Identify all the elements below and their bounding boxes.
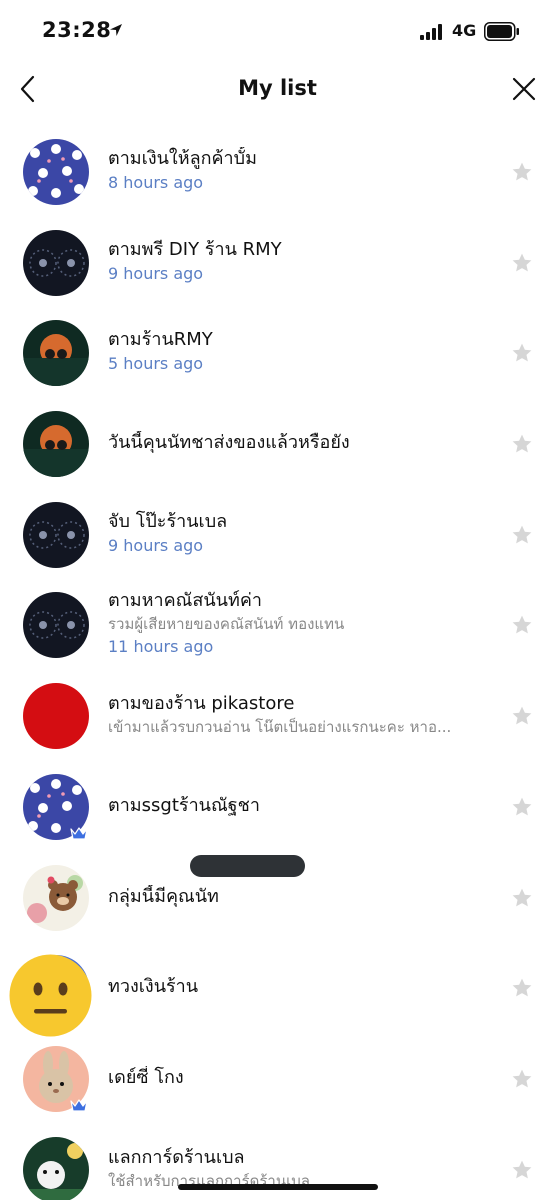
item-text: ตามssgtร้านณัฐชา <box>108 761 488 851</box>
list-item[interactable]: วันนี้คุนนัทชาส่งของแล้วหรือยัง <box>0 398 555 489</box>
list-item[interactable]: ตามssgtร้านณัฐชา <box>0 761 555 852</box>
chat-list: ตามเงินให้ลูกค้าบั้ม 8 hours ago ตามพรี … <box>0 126 555 1200</box>
list-item[interactable]: เดย์ซี่ โกง <box>0 1033 555 1124</box>
star-icon[interactable] <box>511 433 533 455</box>
item-time: 8 hours ago <box>108 173 204 192</box>
star-icon[interactable] <box>511 796 533 818</box>
dark-sparkle-avatar <box>23 501 89 568</box>
battery-icon <box>484 22 519 41</box>
item-text: เดย์ซี่ โกง <box>108 1033 488 1123</box>
red-avatar <box>23 683 89 750</box>
sunset-bears-avatar <box>23 320 89 387</box>
redaction-bar <box>190 855 305 877</box>
sunset-bears-avatar <box>23 411 89 478</box>
list-item[interactable]: ตามหาคณัสนันท์ค่า รวมผู้เสียหายของคณัสนั… <box>0 579 555 670</box>
item-title: ตามssgtร้านณัฐชา <box>108 794 260 816</box>
item-subtitle: รวมผู้เสียหายของคณัสนันท์ ทองแทน <box>108 615 345 634</box>
item-title: เดย์ซี่ โกง <box>108 1066 184 1088</box>
item-title: ทวงเงินร้าน <box>108 976 199 998</box>
item-title: กลุ่มนี้มีคุณนัท <box>108 885 219 907</box>
star-icon[interactable] <box>511 342 533 364</box>
brown-bear-avatar <box>23 864 89 931</box>
item-text: วันนี้คุนนัทชาส่งของแล้วหรือยัง <box>108 398 488 488</box>
list-item[interactable]: จับ โป๊ะร้านเบล 9 hours ago <box>0 489 555 580</box>
item-title: ตามหาคณัสนันท์ค่า <box>108 590 262 612</box>
dark-sparkle-avatar <box>23 592 89 659</box>
list-item[interactable]: ตามของร้าน pikastore เข้ามาแล้วรบกวนอ่าน… <box>0 670 555 761</box>
item-text: ตามร้านRMY 5 hours ago <box>108 307 488 397</box>
star-icon[interactable] <box>511 252 533 274</box>
item-title: วันนี้คุนนัทชาส่งของแล้วหรือยัง <box>108 432 350 454</box>
close-icon[interactable] <box>507 72 541 106</box>
list-item[interactable]: ตามร้านRMY 5 hours ago <box>0 307 555 398</box>
home-indicator[interactable] <box>178 1184 378 1190</box>
item-text: จับ โป๊ะร้านเบล 9 hours ago <box>108 489 488 579</box>
item-title: จับ โป๊ะร้านเบล <box>108 510 228 532</box>
neutral-face-emoji-icon <box>9 954 92 1037</box>
crown-icon <box>70 827 88 840</box>
item-text: ทวงเงินร้าน <box>108 942 488 1032</box>
star-icon[interactable] <box>511 1159 533 1181</box>
item-title: ตามพรี DIY ร้าน RMY <box>108 238 282 260</box>
network-type: 4G <box>452 21 477 40</box>
item-text: ตามเงินให้ลูกค้าบั้ม 8 hours ago <box>108 126 488 216</box>
star-icon[interactable] <box>511 1068 533 1090</box>
star-icon[interactable] <box>511 887 533 909</box>
crown-icon <box>70 1099 88 1112</box>
star-icon[interactable] <box>511 614 533 636</box>
status-bar: 23:28 4G <box>0 0 555 62</box>
item-title: ตามร้านRMY <box>108 329 213 351</box>
star-icon[interactable] <box>511 524 533 546</box>
item-title: ตามของร้าน pikastore <box>108 693 295 715</box>
dark-sparkle-avatar <box>23 229 89 296</box>
list-item[interactable]: ตามเงินให้ลูกค้าบั้ม 8 hours ago <box>0 126 555 217</box>
item-title: แลกการ์ดร้านเบล <box>108 1146 245 1168</box>
star-icon[interactable] <box>511 977 533 999</box>
star-icon[interactable] <box>511 705 533 727</box>
item-time: 9 hours ago <box>108 263 204 283</box>
item-text: ตามหาคณัสนันท์ค่า รวมผู้เสียหายของคณัสนั… <box>108 579 488 669</box>
signal-bars-icon <box>420 24 442 40</box>
item-subtitle: เข้ามาแล้วรบกวนอ่าน โน๊ตเป็นอย่างแรกนะคะ… <box>108 718 452 737</box>
item-time: 11 hours ago <box>108 637 214 657</box>
location-arrow-icon <box>110 24 122 36</box>
item-time: 9 hours ago <box>108 535 204 555</box>
status-time: 23:28 <box>42 18 112 42</box>
item-title: ตามเงินให้ลูกค้าบั้ม <box>108 148 257 169</box>
item-time: 5 hours ago <box>108 354 204 374</box>
star-icon[interactable] <box>511 161 533 183</box>
green-bear-avatar <box>23 1136 89 1200</box>
nav-bar: My list <box>0 62 555 118</box>
item-text: ตามของร้าน pikastore เข้ามาแล้วรบกวนอ่าน… <box>108 670 488 760</box>
item-text: ตามพรี DIY ร้าน RMY 9 hours ago <box>108 217 488 307</box>
page-title: My list <box>238 76 317 100</box>
bunny-pattern-avatar <box>23 139 89 205</box>
list-item[interactable]: ตามพรี DIY ร้าน RMY 9 hours ago <box>0 217 555 308</box>
